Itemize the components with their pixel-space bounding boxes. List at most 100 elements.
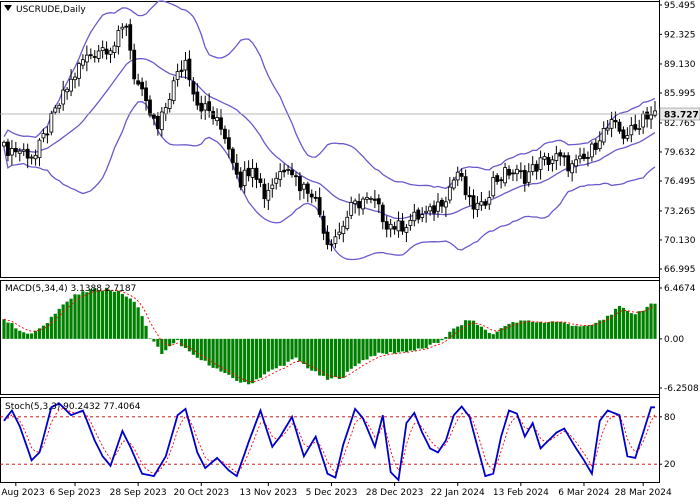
macd-histogram-bar	[176, 338, 180, 341]
candle-bull-body	[77, 63, 81, 79]
macd-histogram-bar	[491, 334, 495, 339]
macd-histogram-bar	[231, 338, 235, 379]
macd-tick-label: -6.2508	[664, 384, 699, 394]
candle-bear-body	[191, 81, 196, 95]
candle-bear-body	[586, 157, 590, 159]
stoch-tick-label: 80	[664, 413, 676, 423]
macd-histogram-bar	[26, 333, 30, 339]
macd-histogram-bar	[396, 338, 401, 353]
candle-bear-body	[645, 111, 650, 120]
macd-histogram-bar	[116, 290, 121, 339]
candle-bear-body	[45, 133, 50, 136]
macd-histogram-bar	[464, 320, 468, 339]
time-tick-label: 28 Sep 2023	[110, 488, 167, 498]
macd-histogram-bar	[456, 326, 460, 339]
macd-histogram-bar	[136, 307, 140, 339]
candle-bull-body	[554, 153, 559, 161]
candle	[49, 110, 54, 136]
candle-bear-body	[317, 197, 322, 215]
macd-histogram-bar	[337, 338, 341, 379]
macd-histogram-bar	[582, 325, 586, 339]
macd-histogram-bar	[570, 325, 574, 339]
macd-histogram-bar	[250, 338, 255, 384]
candle-bull-body	[53, 107, 58, 113]
time-tick-label: 13 Nov 2023	[240, 488, 298, 498]
macd-histogram-bar	[81, 291, 85, 339]
macd-histogram-bar	[353, 338, 357, 367]
candle-bear-body	[219, 117, 223, 130]
candle-bull-body	[408, 219, 413, 226]
macd-histogram-bar	[329, 338, 334, 379]
candle-bull-body	[250, 168, 255, 178]
macd-histogram-bar	[22, 332, 26, 339]
candle-bull-body	[163, 107, 168, 115]
price-tick-label: 73.265	[664, 207, 696, 217]
candle-bull-body	[301, 183, 306, 190]
candle-bear-body	[621, 129, 626, 139]
candle-bear-body	[593, 142, 598, 150]
price-tick-label: 76.495	[664, 177, 696, 187]
candle-bull-body	[605, 127, 610, 131]
candle-bull-body	[17, 150, 22, 154]
macd-histogram-bar	[223, 338, 227, 373]
macd-histogram-bar	[160, 338, 164, 354]
candle-bull-body	[578, 155, 582, 160]
macd-histogram-bar	[286, 338, 290, 362]
candle-bear-body	[511, 172, 515, 175]
candle-bull-body	[49, 113, 54, 133]
candle-bull-body	[412, 211, 417, 222]
macd-histogram-bar	[373, 338, 377, 356]
macd-histogram-bar	[57, 308, 61, 339]
macd-histogram-bar	[85, 292, 89, 339]
macd-histogram-bar	[77, 294, 81, 339]
candle-bear-body	[238, 171, 243, 188]
candle-bear-body	[471, 195, 476, 210]
candle-bear-body	[566, 155, 571, 172]
time-tick-label: 13 Feb 2024	[493, 488, 549, 498]
macd-histogram-bar	[211, 338, 215, 368]
macd-histogram-bar	[546, 322, 551, 339]
macd-histogram-bar	[637, 311, 641, 339]
macd-histogram-bar	[389, 338, 393, 353]
candle-bull-body	[65, 88, 70, 93]
candle-bull-body	[649, 114, 653, 120]
macd-histogram-bar	[621, 307, 626, 339]
macd-histogram-bar	[132, 301, 136, 339]
price-tick-label: 70.130	[664, 236, 696, 246]
macd-histogram-bar	[310, 338, 314, 371]
candle-bull-body	[345, 216, 350, 229]
candle-bear-body	[507, 168, 511, 176]
macd-histogram-bar	[10, 323, 14, 339]
candle-bull-body	[538, 157, 543, 170]
candle-bull-body	[278, 171, 283, 180]
candle-bull-body	[526, 171, 531, 183]
macd-histogram-bar	[262, 338, 266, 375]
time-tick-label: 28 Dec 2023	[366, 488, 424, 498]
candle-bear-body	[562, 155, 567, 158]
panel-frame-0	[0, 1, 660, 278]
macd-histogram-bar	[112, 291, 117, 339]
macd-histogram-bar	[408, 338, 412, 351]
macd-histogram-bar	[140, 316, 144, 339]
candle-bull-body	[503, 167, 507, 184]
candle-bull-body	[341, 225, 346, 234]
candle	[171, 76, 176, 105]
candle-bull-body	[447, 186, 452, 201]
candle-bear-body	[416, 209, 421, 220]
macd-histogram-bar	[61, 304, 65, 339]
candle-bear-body	[13, 148, 18, 153]
candle-bear-body	[522, 169, 527, 184]
macd-histogram-bar	[124, 296, 128, 339]
macd-histogram-bar	[424, 338, 428, 349]
macd-histogram-bar	[420, 338, 424, 349]
candle-bear-body	[357, 201, 361, 209]
candle-bear-body	[463, 176, 468, 196]
candle-bull-body	[365, 197, 369, 200]
candle-bull-body	[274, 177, 279, 184]
candle-bull-body	[455, 171, 460, 181]
candle-bear-body	[309, 193, 314, 198]
candle-bear-body	[294, 175, 298, 178]
time-tick-label: 22 Jan 2024	[431, 488, 485, 498]
macd-histogram-bar	[219, 338, 223, 372]
macd-histogram-bar	[266, 338, 270, 372]
